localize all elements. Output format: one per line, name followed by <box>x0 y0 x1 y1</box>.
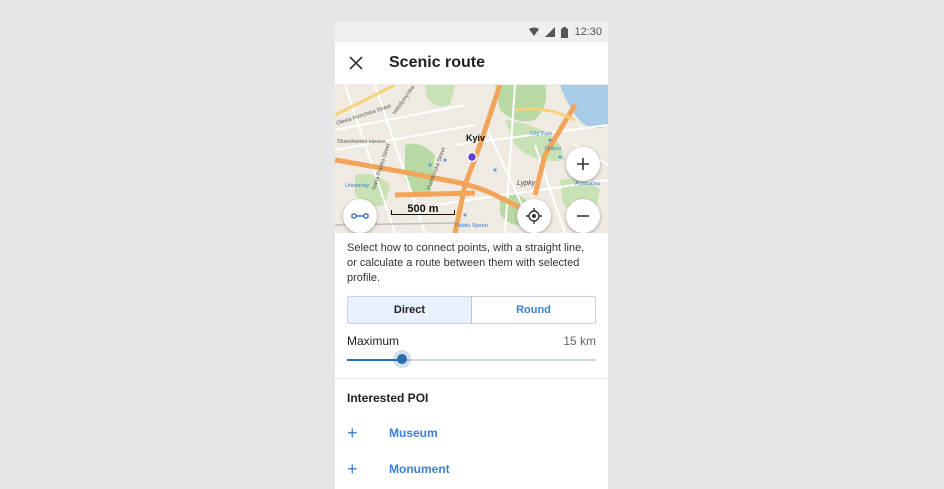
plus-icon: + <box>347 459 358 479</box>
slider-thumb[interactable] <box>396 354 407 364</box>
wifi-icon <box>529 27 540 37</box>
distance-row: Maximum 15 km <box>347 334 596 348</box>
poi-item-monument[interactable]: + Monument <box>347 451 596 487</box>
scale-bar <box>391 210 455 215</box>
phone-screen: 12:30 Scenic route Olesia Honchara Stree… <box>335 22 608 489</box>
map-street-label: Palats Sportu <box>455 223 488 229</box>
zoom-in-button[interactable] <box>566 147 600 181</box>
distance-slider[interactable] <box>347 352 596 368</box>
plus-icon <box>577 158 589 170</box>
crosshair-icon <box>526 208 542 224</box>
poi-section-title: Interested POI <box>347 391 429 405</box>
close-icon <box>349 56 363 70</box>
poi-item-museum[interactable]: + Museum <box>347 415 596 451</box>
description-text: Select how to connect points, with a str… <box>347 242 585 284</box>
distance-value: 15 km <box>563 334 596 348</box>
mode-option-round[interactable]: Round <box>472 297 595 323</box>
signal-icon <box>545 27 556 37</box>
mode-toggle: Direct Round <box>347 296 596 324</box>
location-marker <box>466 151 478 163</box>
settings-panel: Select how to connect points, with a str… <box>335 233 608 487</box>
battery-icon <box>561 27 569 38</box>
close-button[interactable] <box>335 42 377 84</box>
map-street-label: University <box>345 183 369 189</box>
zoom-out-button[interactable] <box>566 199 600 233</box>
divider <box>335 378 608 379</box>
poi-item-label: Museum <box>389 426 438 440</box>
locate-button[interactable] <box>517 199 551 233</box>
toolbar: Scenic route <box>335 42 608 85</box>
plus-icon: + <box>347 423 358 443</box>
map-city-label: Kyiv <box>466 133 485 143</box>
minus-icon <box>577 215 589 217</box>
map-scale: 500 m <box>391 203 455 215</box>
distance-label: Maximum <box>347 334 400 348</box>
status-bar: 12:30 <box>335 22 608 42</box>
map-street-label: City Park <box>530 131 553 137</box>
page-title: Scenic route <box>389 54 486 71</box>
map-street-label: Lypky <box>517 180 536 187</box>
poi-item-label: Monument <box>389 462 450 476</box>
status-time: 12:30 <box>574 26 602 38</box>
map-street-label: Shevchenko square <box>337 139 386 145</box>
map-street-label: Arsenalna <box>575 181 601 187</box>
route-icon <box>351 213 369 219</box>
mode-option-direct[interactable]: Direct <box>348 297 472 323</box>
route-button[interactable] <box>343 199 377 233</box>
map-view[interactable]: Olesia Honchara Street Volodymyrska Stre… <box>335 85 608 233</box>
slider-fill <box>347 359 402 361</box>
map-street-label: Dnipro <box>545 146 561 152</box>
